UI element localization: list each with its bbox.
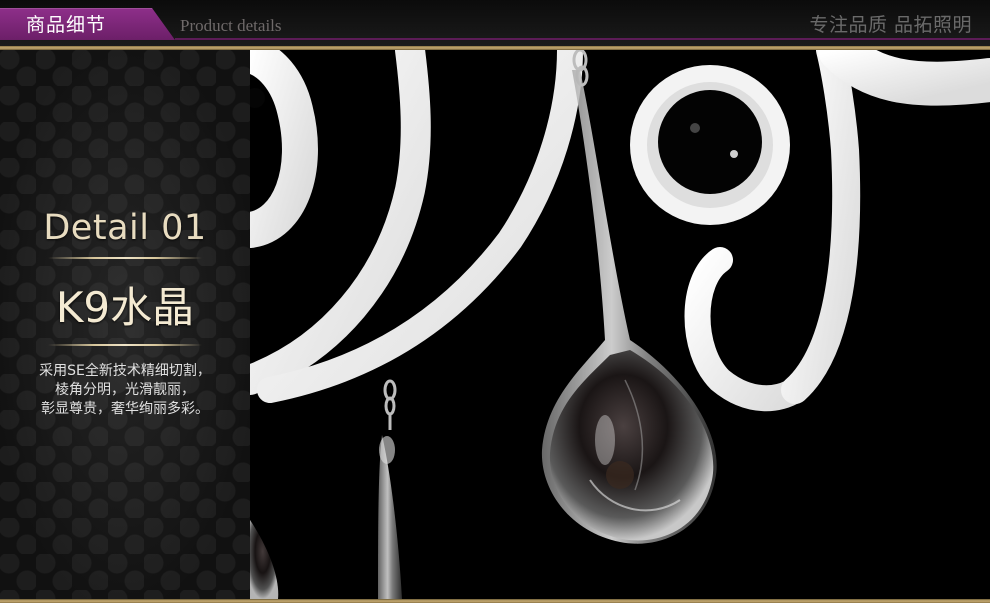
gold-divider — [48, 344, 202, 346]
description-line: 棱角分明，光滑靓丽， — [55, 382, 195, 398]
product-detail-banner: 商品细节 Product details 专注品质 品拓照明 Detail 01… — [0, 0, 990, 603]
description-line: 采用SE全新技术精细切割， — [39, 363, 211, 379]
gold-divider-bottom — [0, 599, 990, 603]
description-line: 彰显尊贵，奢华绚丽多彩。 — [41, 401, 209, 417]
section-tab-label: 商品细节 — [26, 14, 107, 36]
header-subtitle: Product details — [180, 16, 282, 35]
product-photo — [250, 50, 990, 599]
header-accent-line — [175, 38, 990, 40]
product-feature-name: K9水晶 — [55, 283, 195, 332]
detail-info-panel: Detail 01 K9水晶 采用SE全新技术精细切割， 棱角分明，光滑靓丽， … — [0, 50, 250, 599]
header-bar: 商品细节 Product details 专注品质 品拓照明 — [0, 0, 990, 46]
gold-divider — [48, 257, 202, 259]
brand-slogan: 专注品质 品拓照明 — [809, 14, 972, 36]
feature-description: 采用SE全新技术精细切割， 棱角分明，光滑靓丽， 彰显尊贵，奢华绚丽多彩。 — [0, 362, 250, 419]
detail-number-title: Detail 01 — [43, 208, 207, 248]
crystal-chandelier-illustration — [250, 50, 990, 599]
